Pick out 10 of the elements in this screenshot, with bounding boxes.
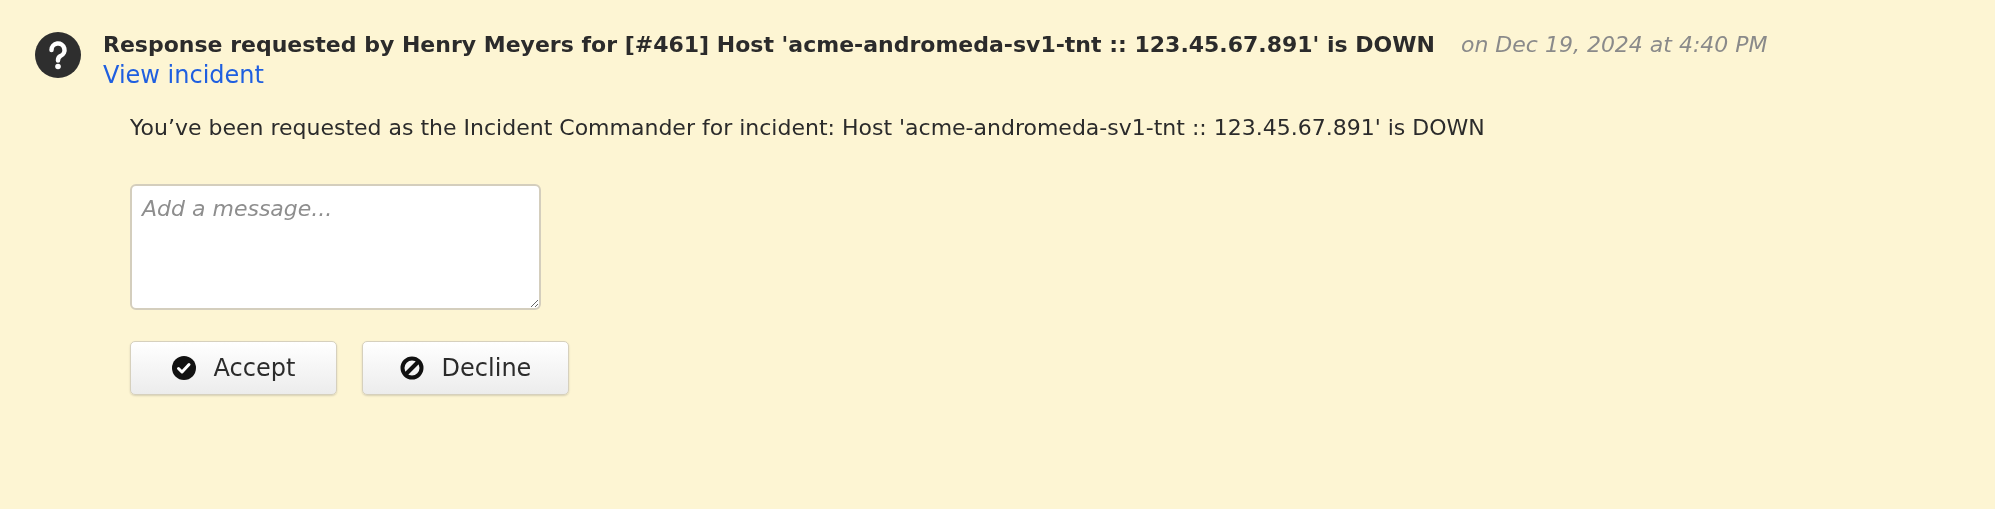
view-incident-link[interactable]: View incident <box>103 61 264 89</box>
prohibited-icon <box>399 356 424 380</box>
notification-title: Response requested by Henry Meyers for [#461] Host 'acme-andromeda-sv1-tnt :: 123.45.67.891' is DOWN <box>103 32 1435 57</box>
check-circle-icon <box>171 356 196 380</box>
decline-button[interactable]: Decline <box>362 341 569 395</box>
accept-button[interactable]: Accept <box>130 341 337 395</box>
message-field[interactable]: Add a message... <box>130 184 541 310</box>
help-icon <box>35 32 81 78</box>
timestamp: on Dec 19, 2024 at 4:40 PM <box>1460 32 1768 57</box>
request-message: You’ve been requested as the Incident Commander for incident: Host 'acme-andromeda-sv1-tnt :: 123.45.67.891' is DOWN <box>130 115 1486 140</box>
